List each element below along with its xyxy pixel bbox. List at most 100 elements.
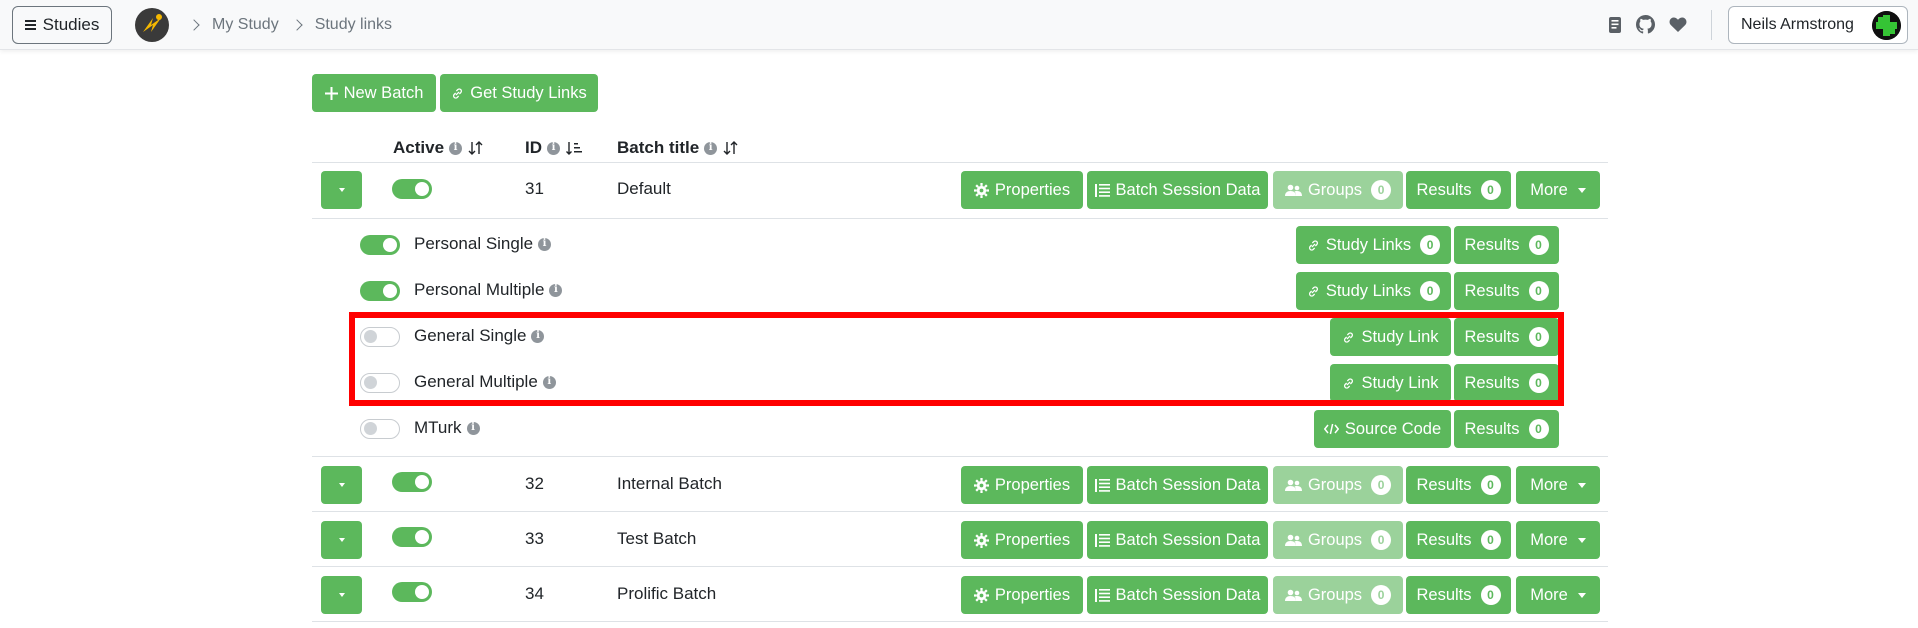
link-type-name: Personal Single i [414, 234, 552, 254]
caret-down-icon [1577, 187, 1586, 193]
properties-button[interactable]: Properties [961, 576, 1083, 614]
breadcrumb-study-links: Study links [314, 16, 393, 33]
batch-title: Test Batch [617, 529, 697, 548]
gear-icon [973, 477, 989, 493]
batch-session-data-label: Batch Session Data [1115, 180, 1261, 199]
batch-active-toggle[interactable] [392, 527, 432, 547]
batch-id: 34 [525, 584, 544, 603]
user-name: Neils Armstrong [1741, 16, 1854, 33]
results-button[interactable]: Results 0 [1406, 576, 1511, 614]
list-icon [1094, 183, 1110, 197]
get-study-links-label: Get Study Links [470, 83, 587, 102]
people-icon [1284, 534, 1302, 546]
properties-button[interactable]: Properties [961, 171, 1083, 209]
more-dropdown-button[interactable]: More [1516, 466, 1600, 504]
study-links-button[interactable]: Study Links 0 [1296, 272, 1451, 310]
results-button[interactable]: Results 0 [1406, 171, 1511, 209]
groups-button[interactable]: Groups 0 [1273, 171, 1403, 209]
info-icon[interactable]: i [549, 283, 563, 297]
link-type-name: Personal Multiple i [414, 280, 563, 300]
groups-count-badge: 0 [1371, 180, 1392, 200]
info-icon[interactable]: i [538, 237, 552, 251]
results-count-badge: 0 [1528, 235, 1549, 255]
column-header-id[interactable]: ID i [525, 138, 583, 158]
batch-session-data-button[interactable]: Batch Session Data [1087, 576, 1268, 614]
sort-ascending-icon[interactable] [565, 140, 583, 156]
source-code-button[interactable]: Source Code [1314, 410, 1451, 448]
more-dropdown-button[interactable]: More [1516, 521, 1600, 559]
batch-active-toggle[interactable] [392, 582, 432, 602]
more-dropdown-button[interactable]: More [1516, 171, 1600, 209]
table-divider [312, 218, 1608, 219]
batch-session-data-button[interactable]: Batch Session Data [1087, 171, 1268, 209]
get-study-links-button[interactable]: Get Study Links [440, 74, 598, 112]
info-icon[interactable]: i [704, 141, 718, 155]
batch-session-data-label: Batch Session Data [1115, 530, 1261, 549]
study-links-label: Study Links [1325, 281, 1412, 300]
table-divider [312, 511, 1608, 512]
table-divider [312, 566, 1608, 567]
info-icon[interactable]: i [466, 421, 480, 435]
expand-batch-button[interactable] [321, 171, 362, 209]
more-dropdown-button[interactable]: More [1516, 576, 1600, 614]
more-label: More [1530, 475, 1568, 494]
results-count-badge: 0 [1480, 180, 1501, 200]
people-icon [1284, 589, 1302, 601]
expand-batch-button[interactable] [321, 466, 362, 504]
heart-icon[interactable] [1669, 16, 1687, 33]
source-code-label: Source Code [1344, 419, 1442, 438]
results-count-badge: 0 [1528, 281, 1549, 301]
avatar [1872, 11, 1901, 40]
list-icon [1094, 533, 1110, 547]
results-button[interactable]: Results 0 [1406, 466, 1511, 504]
user-menu-button[interactable]: Neils Armstrong [1728, 6, 1908, 44]
link-type-active-toggle[interactable] [360, 235, 400, 255]
groups-button[interactable]: Groups 0 [1273, 521, 1403, 559]
properties-button[interactable]: Properties [961, 466, 1083, 504]
expand-batch-button[interactable] [321, 521, 362, 559]
batch-title: Prolific Batch [617, 584, 717, 603]
column-header-batch-title[interactable]: Batch title i [617, 138, 740, 158]
expand-batch-button[interactable] [321, 576, 362, 614]
batch-active-toggle[interactable] [392, 179, 432, 199]
results-button[interactable]: Results 0 [1454, 410, 1559, 448]
groups-label: Groups [1307, 475, 1363, 494]
github-icon[interactable] [1636, 15, 1655, 34]
groups-button[interactable]: Groups 0 [1273, 576, 1403, 614]
properties-button[interactable]: Properties [961, 521, 1083, 559]
batch-session-data-button[interactable]: Batch Session Data [1087, 466, 1268, 504]
caret-down-icon [1577, 592, 1586, 598]
caret-down-icon [1577, 482, 1586, 488]
jatos-logo-icon[interactable] [134, 7, 170, 43]
study-links-button[interactable]: Study Links 0 [1296, 226, 1451, 264]
link-type-active-toggle[interactable] [360, 419, 400, 439]
gear-icon [973, 587, 989, 603]
chevron-right-icon [291, 19, 303, 31]
studies-menu-button[interactable]: Studies [12, 6, 112, 44]
groups-button[interactable]: Groups 0 [1273, 466, 1403, 504]
batch-active-toggle[interactable] [392, 472, 432, 492]
batch-id: 32 [525, 474, 544, 493]
column-header-active-label: Active [393, 138, 445, 157]
breadcrumb-my-study[interactable]: My Study [212, 16, 279, 34]
sort-icon[interactable] [722, 140, 740, 156]
documentation-icon[interactable] [1608, 16, 1622, 34]
results-label: Results [1464, 235, 1520, 254]
caret-down-icon [1577, 537, 1586, 543]
more-label: More [1530, 180, 1568, 199]
info-icon[interactable]: i [547, 141, 560, 155]
new-batch-button[interactable]: New Batch [312, 74, 436, 112]
link-type-active-toggle[interactable] [360, 281, 400, 301]
results-button[interactable]: Results 0 [1454, 272, 1559, 310]
study-links-count-badge: 0 [1420, 281, 1441, 301]
results-button[interactable]: Results 0 [1406, 521, 1511, 559]
new-batch-label: New Batch [343, 83, 424, 102]
column-header-active[interactable]: Active i [393, 138, 485, 158]
batch-session-data-button[interactable]: Batch Session Data [1087, 521, 1268, 559]
info-icon[interactable]: i [449, 141, 463, 155]
batch-session-data-label: Batch Session Data [1115, 585, 1261, 604]
results-button[interactable]: Results 0 [1454, 226, 1559, 264]
sort-icon[interactable] [467, 140, 485, 156]
batch-session-data-label: Batch Session Data [1115, 475, 1261, 494]
studies-label: Studies [42, 15, 100, 34]
